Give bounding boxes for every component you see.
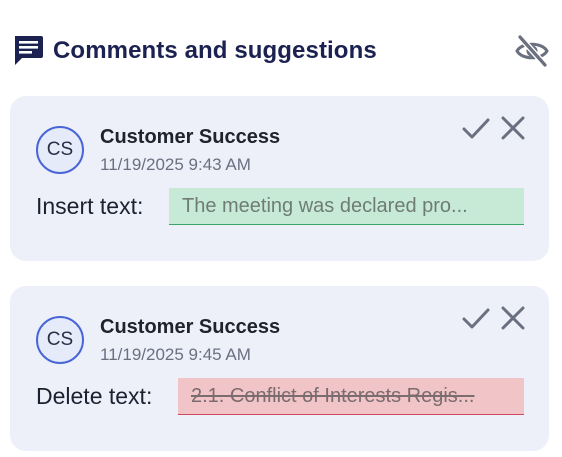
- check-icon[interactable]: [461, 304, 491, 334]
- close-icon[interactable]: [499, 114, 527, 142]
- suggestion-card: CS Customer Success 11/19/2025 9:43 AM I…: [10, 96, 549, 261]
- avatar: CS: [36, 316, 84, 364]
- check-icon[interactable]: [461, 114, 491, 144]
- change-label: Delete text:: [36, 383, 153, 409]
- eye-off-icon[interactable]: [514, 33, 550, 69]
- timestamp: 11/19/2025 9:43 AM: [100, 155, 251, 174]
- change-label: Insert text:: [36, 193, 144, 219]
- inserted-text[interactable]: The meeting was declared pro...: [169, 188, 524, 225]
- panel-title: Comments and suggestions: [53, 37, 377, 64]
- suggestion-card: CS Customer Success 11/19/2025 9:45 AM D…: [10, 286, 549, 451]
- close-icon[interactable]: [499, 304, 527, 332]
- deleted-text[interactable]: 2.1. Conflict of Interests Regis...: [178, 378, 524, 415]
- author-name: Customer Success: [100, 126, 281, 148]
- comment-icon: [15, 36, 43, 65]
- panel-header: Comments and suggestions: [12, 33, 550, 69]
- timestamp: 11/19/2025 9:45 AM: [100, 345, 251, 364]
- avatar: CS: [36, 126, 84, 174]
- author-name: Customer Success: [100, 316, 281, 338]
